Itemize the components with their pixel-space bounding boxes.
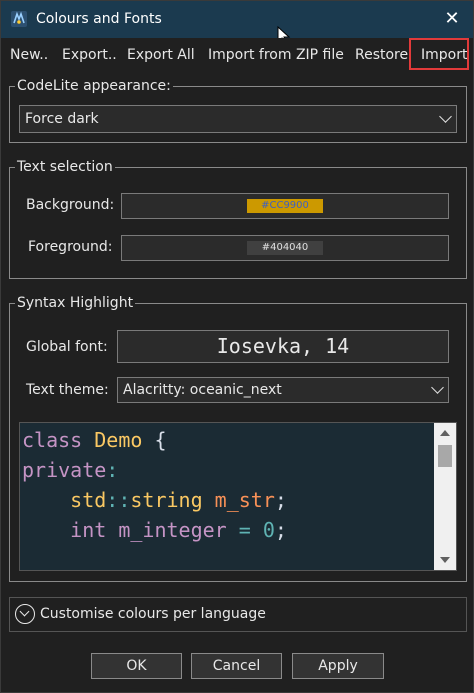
background-label: Background: (26, 197, 115, 213)
window-title: Colours and Fonts (36, 11, 162, 27)
codelite-app-icon (11, 11, 27, 27)
code-token: :: (106, 488, 131, 512)
text-theme-dropdown-value: Alacritty: oceanic_next (123, 382, 282, 398)
foreground-label: Foreground: (28, 239, 113, 255)
text-theme-dropdown[interactable]: Alacritty: oceanic_next (117, 377, 449, 403)
toolbar: New.. Export.. Export All Import from ZI… (1, 38, 473, 70)
code-token: class (22, 428, 95, 452)
code-token: std (22, 488, 107, 512)
code-token: ; (274, 488, 287, 512)
title-bar: Colours and Fonts ✕ (1, 1, 473, 38)
vertical-scrollbar[interactable] (434, 423, 456, 570)
foreground-colour-picker[interactable]: #404040 (121, 235, 449, 261)
chevron-down-icon (439, 110, 452, 123)
code-preview-text: class Demo {private: std::string m_str; … (22, 425, 287, 545)
cancel-button[interactable]: Cancel (191, 653, 282, 679)
global-font-picker[interactable]: Iosevka, 14 (117, 330, 449, 363)
restore-button[interactable]: Restore (355, 44, 408, 66)
apply-button[interactable]: Apply (292, 653, 384, 679)
scroll-up-arrow-icon[interactable] (440, 430, 450, 436)
background-colour-picker[interactable]: #CC9900 (121, 193, 449, 219)
export-button[interactable]: Export.. (62, 44, 117, 66)
text-selection-group-label: Text selection (15, 159, 115, 175)
syntax-highlight-group-label: Syntax Highlight (15, 295, 136, 311)
code-token: { (142, 428, 167, 452)
code-token: m_integer (106, 518, 227, 542)
global-font-label: Global font: (26, 339, 108, 355)
code-line: int m_integer = 0; (22, 515, 287, 545)
code-token: int (22, 518, 107, 542)
text-selection-group (9, 167, 467, 279)
close-icon[interactable]: ✕ (439, 7, 465, 31)
code-token: private (22, 458, 107, 482)
scrollbar-thumb[interactable] (438, 445, 452, 467)
chevron-down-icon (431, 381, 444, 394)
code-token: Demo (94, 428, 143, 452)
scroll-down-arrow-icon[interactable] (440, 557, 450, 563)
appearance-group-label: CodeLite appearance: (15, 78, 173, 94)
code-token: string (130, 488, 203, 512)
code-preview-editor[interactable]: class Demo {private: std::string m_str; … (19, 422, 457, 571)
background-colour-swatch: #CC9900 (247, 199, 323, 213)
new-button[interactable]: New.. (10, 44, 48, 66)
expand-chevron-icon[interactable] (15, 604, 35, 624)
code-token: m_str (202, 488, 275, 512)
text-theme-label: Text theme: (26, 382, 109, 398)
code-line: class Demo { (22, 425, 287, 455)
import-button-highlight (409, 38, 469, 70)
customise-per-language-pane[interactable]: Customise colours per language (9, 597, 467, 632)
import-zip-button[interactable]: Import from ZIP file (208, 44, 344, 66)
code-line: private: (22, 455, 287, 485)
code-token: 0 (262, 518, 275, 542)
customise-per-language-label: Customise colours per language (40, 606, 266, 622)
appearance-dropdown-value: Force dark (25, 111, 99, 127)
export-all-button[interactable]: Export All (127, 44, 195, 66)
code-token: = (226, 518, 263, 542)
code-token: : (106, 458, 119, 482)
ok-button[interactable]: OK (91, 653, 182, 679)
appearance-dropdown[interactable]: Force dark (19, 105, 457, 133)
code-line: std::string m_str; (22, 485, 287, 515)
colours-and-fonts-dialog: Colours and Fonts ✕ New.. Export.. Expor… (0, 0, 474, 693)
code-token: ; (274, 518, 287, 542)
foreground-colour-swatch: #404040 (247, 241, 323, 255)
